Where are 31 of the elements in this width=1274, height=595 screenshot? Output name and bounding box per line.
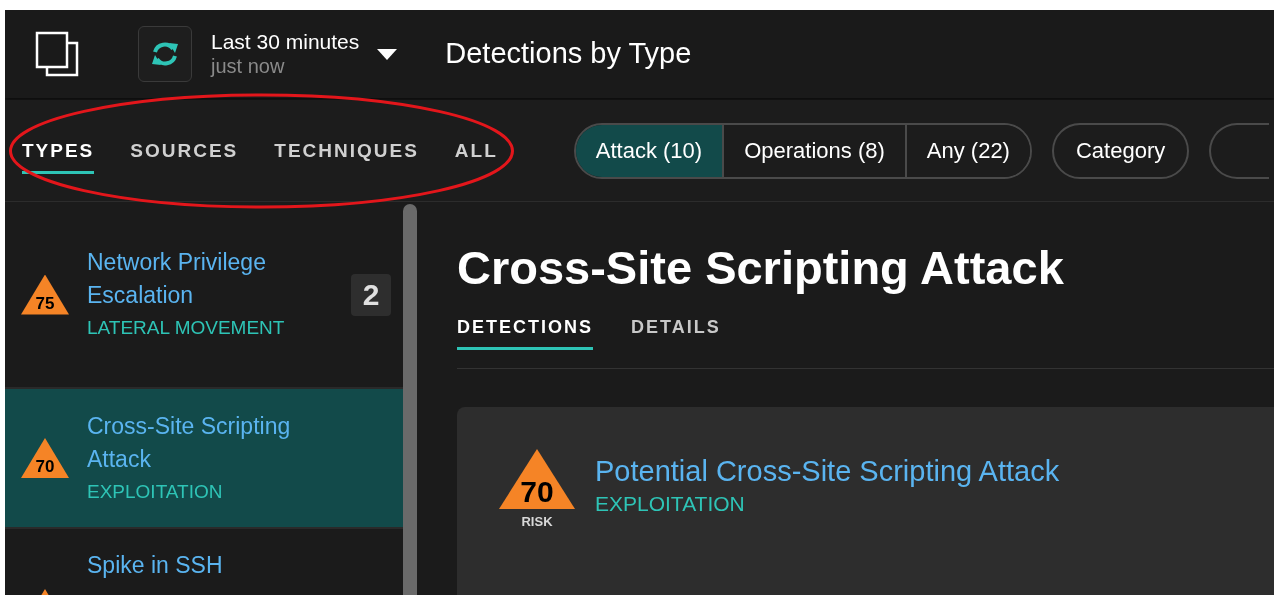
detection-card[interactable]: 70 RISK Potential Cross-Site Scripting Attack EXPLOITATION xyxy=(457,407,1274,595)
pages-icon[interactable] xyxy=(35,31,79,77)
view-tab[interactable]: TECHNIQUES xyxy=(274,126,419,175)
risk-badge: 70 xyxy=(499,449,575,509)
filter-segment[interactable]: Attack (10) xyxy=(575,124,723,177)
view-tab[interactable]: ALL xyxy=(454,126,498,175)
risk-badge: 70 xyxy=(21,438,69,478)
refresh-icon xyxy=(151,41,179,67)
updated-label: just now xyxy=(211,54,286,78)
refresh-button[interactable] xyxy=(138,26,192,82)
risk-badge: 75 xyxy=(21,274,69,315)
item-title: Network Privilege Escalation xyxy=(87,248,267,310)
caret-icon[interactable] xyxy=(377,48,398,60)
risk-label: RISK xyxy=(521,513,553,531)
category-button[interactable]: Category xyxy=(1051,122,1190,179)
sidebar-item[interactable]: 70 Cross-Site Scripting Attack EXPLOITATION xyxy=(5,389,403,529)
count-badge: 2 xyxy=(351,273,391,316)
item-title: Spike in SSH xyxy=(87,551,224,580)
detail-tab[interactable]: DETAILS xyxy=(631,314,721,350)
detail-title: Cross-Site Scripting Attack xyxy=(457,240,1065,296)
detail-tab[interactable]: DETECTIONS xyxy=(457,314,593,350)
detection-category: EXPLOITATION xyxy=(595,491,746,517)
page-title: Detections by Type xyxy=(445,36,692,72)
view-tab[interactable]: TYPES xyxy=(22,126,95,175)
item-category: EXPLOITATION xyxy=(87,479,224,504)
filter-segment[interactable]: Any (22) xyxy=(904,124,1030,177)
detection-title[interactable]: Potential Cross-Site Scripting Attack xyxy=(595,453,1060,489)
item-title: Cross-Site Scripting Attack xyxy=(87,411,292,474)
view-tab[interactable]: SOURCES xyxy=(130,126,239,175)
item-category: LATERAL MOVEMENT xyxy=(87,316,286,340)
time-range-label[interactable]: Last 30 minutes xyxy=(211,30,360,54)
